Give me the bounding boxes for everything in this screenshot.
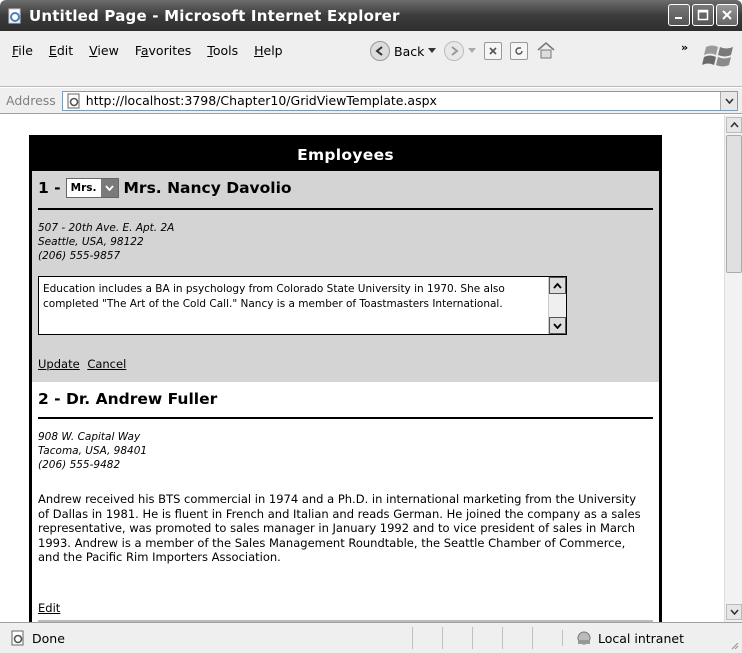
chevron-up-icon xyxy=(729,122,739,128)
select-dropdown-button[interactable] xyxy=(100,179,118,197)
stop-button[interactable] xyxy=(484,42,503,60)
address-line-2: Tacoma, USA, 98401 xyxy=(38,445,148,457)
menu-toolbar-row: File Edit View Favorites Tools Help Back xyxy=(0,31,742,87)
menu-help[interactable]: Help xyxy=(246,43,291,58)
grid-row-edit: 1 - Mrs. Mrs. Nancy Davolio 507 - 20th A… xyxy=(32,171,659,382)
address-url: http://localhost:3798/Chapter10/GridView… xyxy=(85,93,437,108)
menu-view[interactable]: View xyxy=(81,43,127,58)
back-arrow-icon xyxy=(370,41,390,61)
update-link[interactable]: Update xyxy=(38,357,80,371)
refresh-icon xyxy=(515,47,524,55)
ie-page-icon xyxy=(8,8,21,23)
address-input[interactable]: http://localhost:3798/Chapter10/GridView… xyxy=(61,90,738,111)
ie-page-icon xyxy=(11,630,24,646)
back-label: Back xyxy=(394,43,425,59)
chevron-down-icon xyxy=(553,322,562,329)
employee-notes: Andrew received his BTS commercial in 19… xyxy=(38,492,641,564)
page-viewport: Employees 1 - Mrs. Mrs. Nancy Davolio 50… xyxy=(0,115,724,622)
status-panel xyxy=(532,627,562,649)
address-line-1: 507 - 20th Ave. E. Apt. 2A xyxy=(38,222,175,234)
page-scroll-down-button[interactable] xyxy=(726,604,742,620)
title-bar[interactable]: Untitled Page - Microsoft Internet Explo… xyxy=(0,0,742,31)
refresh-button[interactable] xyxy=(510,42,529,60)
toolbar: Back xyxy=(370,37,556,65)
status-panel xyxy=(442,627,472,649)
address-bar: Address http://localhost:3798/Chapter10/… xyxy=(0,88,742,114)
zone-label: Local intranet xyxy=(598,630,684,646)
employee-address: 507 - 20th Ave. E. Apt. 2A Seattle, USA,… xyxy=(38,221,174,263)
local-intranet-icon xyxy=(577,631,591,645)
address-dropdown-button[interactable] xyxy=(720,91,737,110)
status-panel xyxy=(502,627,532,649)
edit-record-title: 1 - Mrs. Mrs. Nancy Davolio xyxy=(38,171,653,205)
record-index: 1 - xyxy=(38,179,61,197)
windows-logo-icon xyxy=(702,45,733,67)
edit-link[interactable]: Edit xyxy=(38,601,60,615)
maximize-icon xyxy=(697,9,709,21)
forward-button[interactable] xyxy=(444,41,477,61)
minimize-button[interactable] xyxy=(668,4,690,26)
scroll-up-button[interactable] xyxy=(549,277,566,294)
edit-row-actions: Update Cancel xyxy=(38,357,130,371)
window-controls xyxy=(668,4,738,26)
employees-gridview: Employees 1 - Mrs. Mrs. Nancy Davolio 50… xyxy=(29,135,662,622)
menu-file[interactable]: File xyxy=(4,43,41,58)
menu-edit[interactable]: Edit xyxy=(41,43,81,58)
home-icon xyxy=(537,41,555,58)
page-scrollbar[interactable] xyxy=(724,115,742,622)
resize-grip-icon[interactable] xyxy=(729,640,739,650)
address-line-1: 908 W. Capital Way xyxy=(38,431,141,443)
title-divider xyxy=(38,208,653,210)
grid-row-view: 2 - Dr. Andrew Fuller 908 W. Capital Way… xyxy=(32,382,659,622)
cancel-link[interactable]: Cancel xyxy=(87,357,126,371)
stop-icon xyxy=(489,47,497,55)
toolbar-overflow-chevron[interactable]: » xyxy=(681,41,688,54)
notes-textarea[interactable]: Education includes a BA in psychology fr… xyxy=(38,276,567,335)
select-value: Mrs. xyxy=(70,182,97,194)
back-button[interactable]: Back xyxy=(370,41,437,61)
view-record-title: 2 - Dr. Andrew Fuller xyxy=(38,390,218,408)
address-label: Address xyxy=(6,93,56,108)
scroll-down-button[interactable] xyxy=(549,317,566,334)
minimize-icon xyxy=(675,17,682,19)
title-of-courtesy-select[interactable]: Mrs. xyxy=(65,178,119,198)
window-title: Untitled Page - Microsoft Internet Explo… xyxy=(29,6,400,25)
forward-dropdown-icon[interactable] xyxy=(468,48,477,54)
menu-bar: File Edit View Favorites Tools Help xyxy=(4,43,291,58)
view-row-actions: Edit xyxy=(38,601,64,615)
notes-text: Education includes a BA in psychology fr… xyxy=(43,283,505,310)
status-panel xyxy=(472,627,502,649)
phone-line: (206) 555-9482 xyxy=(38,459,121,471)
chevron-down-icon xyxy=(724,97,734,104)
employee-address: 908 W. Capital Way Tacoma, USA, 98401 (2… xyxy=(38,430,147,472)
title-divider xyxy=(38,417,653,419)
notes-scrollbar[interactable] xyxy=(548,277,566,334)
maximize-button[interactable] xyxy=(692,4,714,26)
back-dropdown-icon[interactable] xyxy=(428,48,437,54)
address-line-2: Seattle, USA, 98122 xyxy=(38,236,144,248)
chevron-down-icon xyxy=(729,609,739,615)
security-zone[interactable]: Local intranet xyxy=(562,630,742,646)
home-button[interactable] xyxy=(536,41,556,62)
menu-tools[interactable]: Tools xyxy=(199,43,246,58)
forward-arrow-icon xyxy=(444,41,465,61)
page-scroll-up-button[interactable] xyxy=(726,117,742,133)
phone-line: (206) 555-9857 xyxy=(38,250,121,262)
status-panels xyxy=(412,627,562,649)
chevron-down-icon xyxy=(104,185,114,191)
menu-favorites[interactable]: Favorites xyxy=(127,43,199,58)
status-text: Done xyxy=(32,630,65,646)
chevron-up-icon xyxy=(553,282,562,289)
grid-header: Employees xyxy=(32,138,659,171)
status-bar: Done Local intranet xyxy=(0,622,742,653)
employee-name: Mrs. Nancy Davolio xyxy=(123,179,292,197)
page-scroll-thumb[interactable] xyxy=(726,135,742,273)
close-button[interactable] xyxy=(716,4,738,26)
status-panel xyxy=(412,627,442,649)
close-icon xyxy=(722,10,732,20)
ie-page-icon xyxy=(67,93,80,108)
